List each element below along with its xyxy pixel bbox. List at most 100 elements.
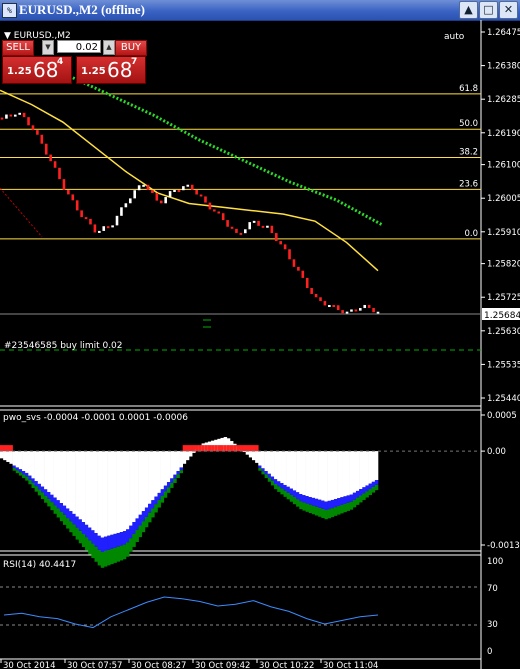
pwo-bar-red <box>182 445 187 452</box>
candle <box>93 224 97 233</box>
pwo-bar-blue <box>324 501 328 510</box>
pwo-bar-green <box>173 478 177 483</box>
sell-button[interactable]: SELL <box>2 40 34 56</box>
lot-size-input[interactable]: 0.02 <box>57 40 101 53</box>
pwo-histogram <box>0 437 379 568</box>
maximize-button[interactable]: □ <box>479 1 498 19</box>
pwo-bar-green <box>179 470 183 474</box>
fib-level-label: 61.8 <box>459 84 478 94</box>
pwo-bar <box>296 451 300 493</box>
pwo-bar <box>371 451 376 482</box>
candle <box>182 186 185 191</box>
pwo-bar-blue <box>37 483 42 490</box>
pwo-bar-green <box>75 527 80 540</box>
pwo-bar <box>50 451 54 495</box>
buy-button[interactable]: BUY <box>115 40 147 56</box>
pwo-bar-blue <box>18 469 23 473</box>
pwo-bar <box>355 451 360 491</box>
pwo-bar <box>88 451 92 528</box>
trend-line[interactable] <box>0 187 43 238</box>
pwo-bar-blue <box>292 490 297 498</box>
candle <box>292 259 296 267</box>
pwo-bar <box>308 451 313 497</box>
candle <box>367 304 371 308</box>
pwo-bar-blue <box>25 472 29 477</box>
candle <box>0 117 4 120</box>
pwo-bar-blue <box>337 498 341 507</box>
pwo-bar-blue <box>267 473 272 478</box>
pwo-bar-red <box>211 445 215 452</box>
pwo-bar-blue <box>44 489 48 496</box>
candle <box>80 210 83 218</box>
pwo-bar <box>113 451 117 534</box>
pwo-bar <box>47 451 51 493</box>
pwo-bar-red <box>204 445 209 452</box>
pwo-bar-green <box>126 542 130 557</box>
pwo-bar-green <box>22 474 26 479</box>
pwo-bar-red <box>9 445 13 452</box>
pwo-bar-green <box>37 489 42 496</box>
fibonacci-retracement[interactable]: 61.8 50.0 38.2 23.6 0.0 <box>0 84 481 240</box>
pwo-bar <box>274 451 278 480</box>
candle <box>274 233 278 242</box>
pwo-bar-blue <box>138 514 143 526</box>
chart-window-icon[interactable]: % <box>2 3 17 18</box>
time-tick-label: 30 Oct 08:27 <box>131 661 186 669</box>
pwo-bar-green <box>97 549 102 566</box>
pwo-bar-red <box>207 445 212 452</box>
title-bar[interactable]: % EURUSD.,M2 (offline) ▲ □ ✕ <box>0 0 520 21</box>
pwo-bar-blue <box>365 485 369 492</box>
pwo-bar <box>12 451 17 466</box>
pwo-bar-green <box>129 538 133 552</box>
pwo-bar-green <box>135 529 139 542</box>
lot-dropdown-icon[interactable]: ▼ <box>42 40 54 55</box>
candle <box>204 196 207 203</box>
candle <box>102 226 106 231</box>
candle <box>44 143 48 155</box>
moving-average-fast[interactable] <box>61 71 383 227</box>
pwo-bar <box>44 451 48 490</box>
pwo-bar <box>81 451 86 523</box>
pwo-bar-green <box>119 545 124 561</box>
pwo-bar <box>283 451 287 485</box>
time-tick-label: 30 Oct 11:04 <box>323 661 378 669</box>
pwo-bar <box>0 451 4 459</box>
pwo-bar-green <box>107 549 111 566</box>
price-tick-label: 1.25630 <box>487 327 520 337</box>
order-label[interactable]: #23546585 buy limit 0.02 <box>4 341 123 351</box>
candle <box>372 307 375 313</box>
candle <box>58 167 61 180</box>
pwo-bar-blue <box>264 471 269 475</box>
pwo-bar-blue <box>110 534 114 549</box>
price-tick-label: 1.25910 <box>487 228 520 238</box>
lot-spin-icon[interactable]: ▲ <box>103 40 115 55</box>
pwo-bar-blue <box>126 529 130 543</box>
pwo-bar-green <box>264 474 269 479</box>
pwo-bar-blue <box>315 498 319 507</box>
chart-area[interactable]: ▼ EURUSD.,M2 auto 61.850.038.223.60.0 #2… <box>0 20 520 669</box>
pwo-bar-blue <box>346 495 350 503</box>
pwo-bar <box>69 451 73 512</box>
pwo-bar <box>368 451 372 484</box>
time-tick-label: 30 Oct 07:57 <box>67 661 122 669</box>
sell-price-box[interactable]: 1.25 68 4 <box>2 56 72 84</box>
pwo-bar-blue <box>103 536 108 551</box>
pwo-bar <box>132 451 136 523</box>
pwo-bar <box>330 451 335 500</box>
moving-average-slow[interactable] <box>0 89 379 272</box>
pwo-bar-green <box>78 530 83 544</box>
auto-scale-label[interactable]: auto <box>444 32 465 42</box>
pwo-bar-red <box>185 445 190 452</box>
pwo-bar <box>151 451 155 501</box>
minimize-button[interactable]: ▲ <box>459 1 478 19</box>
pwo-bar <box>270 451 275 477</box>
candle <box>120 207 123 216</box>
pwo-bar-blue <box>100 537 105 553</box>
pwo-bar <box>135 451 139 519</box>
buy-price-box[interactable]: 1.25 68 7 <box>76 56 146 84</box>
pwo-bar-green <box>59 511 64 522</box>
pwo-bar-blue <box>116 532 120 547</box>
pwo-bar-blue <box>352 492 357 500</box>
close-button[interactable]: ✕ <box>499 1 518 19</box>
candle <box>270 225 274 234</box>
